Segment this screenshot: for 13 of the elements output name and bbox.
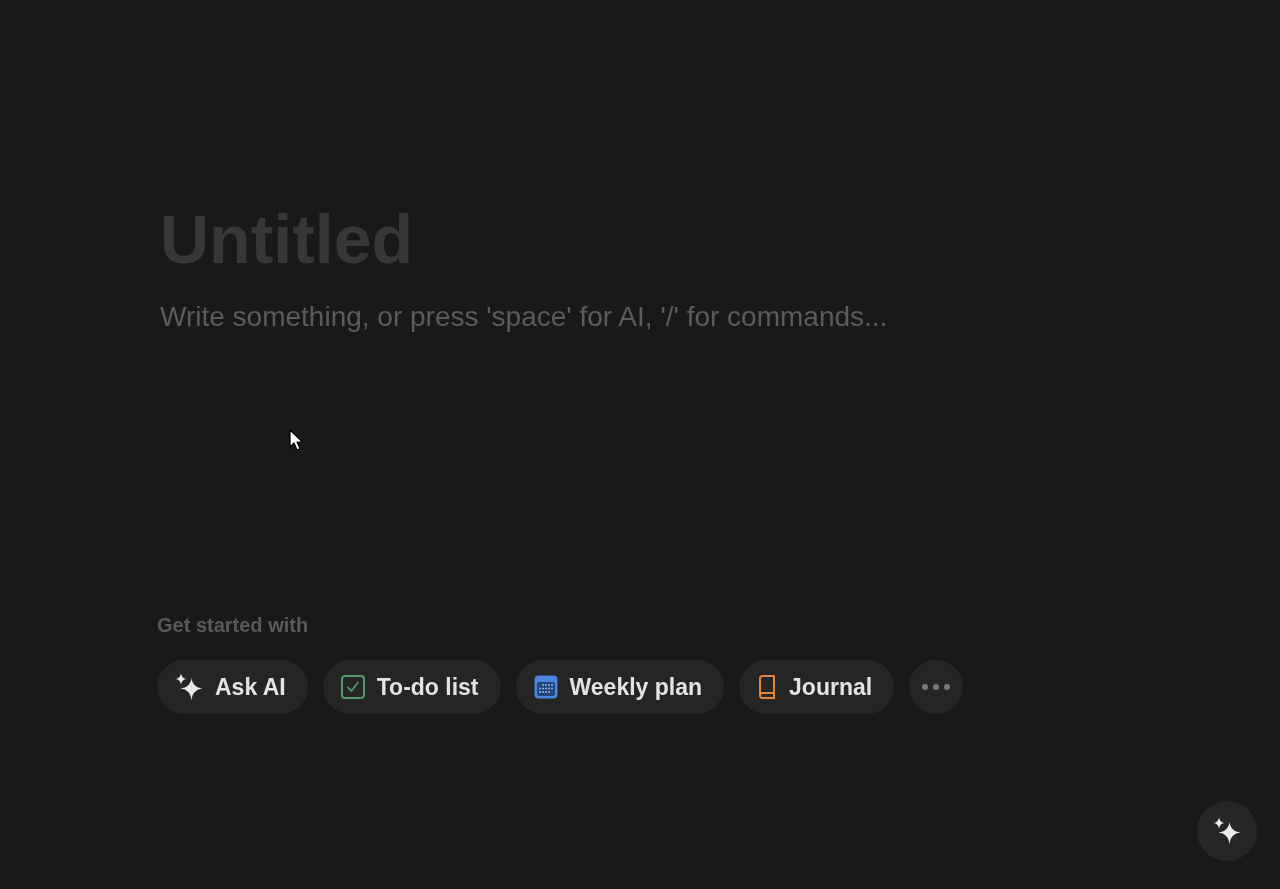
body-field[interactable]: Write something, or press 'space' for AI, '/' for commands... [160,299,910,335]
book-icon [757,675,778,699]
section-label: Get started with [157,613,309,637]
sparkle-icon [1213,817,1241,845]
sparkle-icon [175,673,203,701]
more-dots-icon [922,684,951,690]
template-button[interactable]: Weekly plan [515,660,725,714]
template-button[interactable]: Journal [739,660,895,714]
mouse-pointer-icon [289,429,305,453]
checkbox-icon [340,675,365,699]
calendar-icon [533,675,558,699]
template-button[interactable]: To-do list [322,660,501,714]
template-button[interactable]: Ask AI [157,660,308,714]
